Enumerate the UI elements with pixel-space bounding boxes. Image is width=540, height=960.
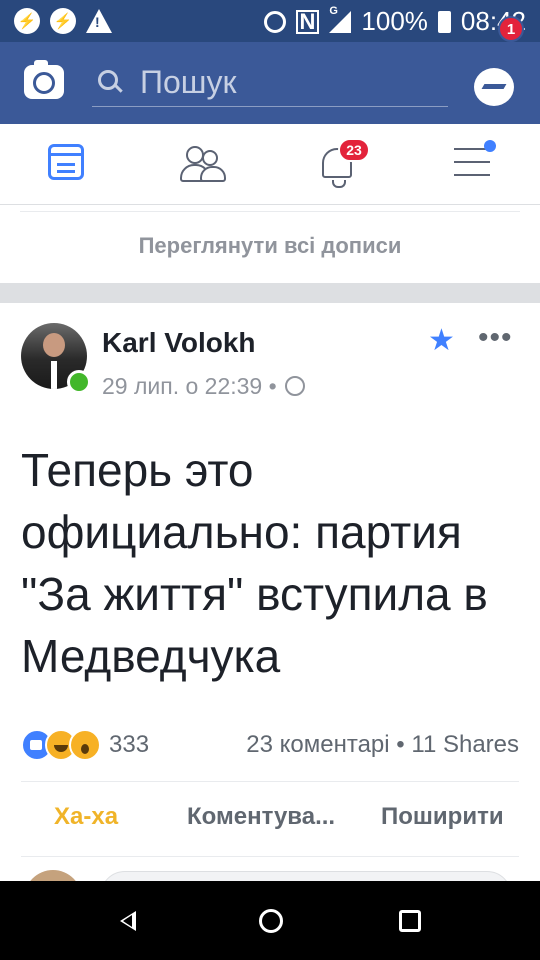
battery-percent: 100% — [361, 6, 428, 36]
reaction-count: 333 — [109, 731, 150, 758]
wow-reaction-icon — [69, 729, 101, 761]
divider — [20, 211, 520, 212]
globe-icon — [285, 376, 306, 396]
post-timestamp[interactable]: 29 лип. о 22:39 — [102, 373, 262, 399]
feed-separator — [0, 283, 540, 303]
comment-button[interactable]: Коментува... — [187, 803, 335, 831]
nfc-icon: N — [295, 9, 320, 34]
post-author[interactable]: Karl Volokh — [102, 327, 256, 359]
back-icon[interactable] — [120, 911, 136, 931]
menu-icon[interactable] — [454, 148, 490, 178]
menu-notification-dot — [484, 140, 496, 152]
meta-separator: • — [268, 373, 277, 399]
status-bar: ⚡ ⚡ ! N G 100% 08:42 — [0, 0, 540, 42]
post-counts: 23 коментарі • 11 Shares — [246, 731, 519, 759]
counts-separator: • — [396, 731, 405, 758]
messenger-icon: ⚡ — [50, 8, 76, 34]
shares-count[interactable]: 11 Shares — [411, 731, 519, 758]
camera-icon[interactable] — [24, 60, 64, 99]
divider — [21, 781, 519, 782]
messenger-button[interactable] — [474, 68, 514, 106]
share-button[interactable]: Поширити — [381, 803, 504, 831]
home-icon[interactable] — [259, 909, 283, 933]
more-options-icon[interactable]: ••• — [478, 321, 513, 355]
status-notifications: ⚡ ⚡ ! — [14, 8, 112, 34]
post-meta: 29 лип. о 22:39 • — [102, 373, 306, 400]
messenger-badge: 1 — [498, 16, 524, 42]
recents-icon[interactable] — [399, 910, 421, 932]
see-all-posts-row: Переглянути всі дописи — [0, 205, 540, 283]
system-nav-bar — [0, 881, 540, 960]
friends-icon[interactable] — [180, 144, 226, 182]
location-icon — [263, 10, 286, 33]
search-placeholder: Пошук — [140, 64, 237, 100]
star-icon[interactable]: ★ — [428, 323, 455, 358]
battery-icon — [437, 10, 451, 33]
news-feed-icon[interactable] — [48, 144, 84, 180]
notifications-badge: 23 — [338, 138, 370, 162]
comments-count[interactable]: 23 коментарі — [246, 731, 389, 758]
post-text: Теперь это официально: партия "За життя"… — [21, 444, 488, 682]
top-bar: Пошук — [0, 42, 540, 124]
warning-icon: ! — [86, 9, 112, 33]
messenger-icon: ⚡ — [14, 8, 40, 34]
nav-bar — [0, 124, 540, 205]
signal-icon: G — [329, 5, 352, 33]
divider — [21, 856, 519, 857]
post-card: Karl Volokh 29 лип. о 22:39 • ★ ••• Тепе… — [0, 303, 540, 928]
haha-button[interactable]: Ха-ха — [54, 803, 118, 831]
search-input[interactable]: Пошук — [92, 60, 448, 107]
see-all-posts-link[interactable]: Переглянути всі дописи — [0, 233, 540, 259]
search-icon — [98, 70, 118, 90]
online-indicator — [67, 370, 91, 394]
status-system: N G 100% 08:42 — [263, 5, 526, 37]
